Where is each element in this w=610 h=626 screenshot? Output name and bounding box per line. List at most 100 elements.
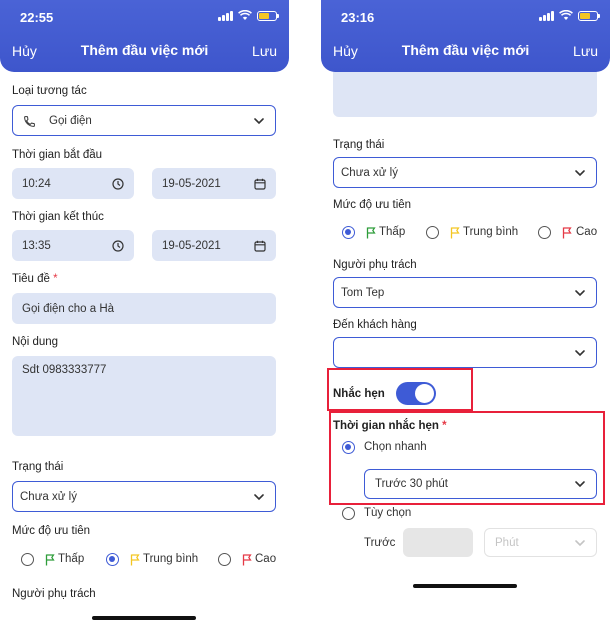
priority-medium-radio[interactable] (426, 226, 439, 239)
title-input-value: Gọi điện cho a Hà (22, 302, 115, 315)
content-label: Nội dung (12, 336, 59, 348)
right-phone-screen: 23:16 Hủy Thêm đầu việc mới Lưu Trạng th… (321, 0, 610, 626)
customer-label: Đến khách hàng (333, 319, 417, 331)
custom-option-radio[interactable] (342, 507, 355, 520)
start-time-picker[interactable]: 10:24 (12, 168, 134, 199)
priority-label: Mức độ ưu tiên (333, 199, 412, 211)
custom-option-label: Tùy chọn (364, 507, 412, 519)
content-textarea[interactable]: Sdt 0983333777 (12, 356, 276, 436)
priority-high-label: Cao (576, 226, 598, 238)
chevron-down-icon (575, 169, 585, 176)
priority-medium-radio[interactable] (106, 553, 119, 566)
page-title: Thêm đầu việc mới (80, 42, 209, 58)
content-value: Sdt 0983333777 (22, 364, 107, 376)
chevron-down-icon (254, 493, 264, 500)
chevron-down-icon (575, 539, 585, 546)
assignee-select[interactable]: Tom Tep (333, 277, 597, 308)
flag-green-icon (366, 227, 376, 239)
priority-medium-label: Trung bình (463, 226, 519, 238)
custom-number-input[interactable] (403, 528, 473, 557)
page-title: Thêm đầu việc mới (401, 42, 530, 58)
flag-yellow-icon (130, 554, 140, 566)
status-select[interactable]: Chưa xử lý (12, 481, 276, 512)
assignee-value: Tom Tep (341, 286, 385, 299)
interaction-type-value: Gọi điện (49, 114, 92, 127)
custom-unit-select[interactable]: Phút (484, 528, 597, 557)
reminder-label: Nhắc hẹn (333, 388, 385, 400)
status-value: Chưa xử lý (20, 490, 77, 503)
assignee-label: Người phụ trách (12, 588, 96, 600)
flag-green-icon (45, 554, 55, 566)
status-time: 22:55 (20, 10, 54, 25)
end-time-picker[interactable]: 13:35 (12, 230, 134, 261)
status-time: 23:16 (341, 10, 375, 25)
home-indicator (413, 584, 517, 588)
title-field-label: Tiêu đề * (12, 273, 58, 285)
calendar-icon (254, 240, 266, 252)
clock-icon (112, 239, 124, 252)
interaction-type-select[interactable]: Gọi điện (12, 105, 276, 136)
start-date-picker[interactable]: 19-05-2021 (152, 168, 276, 199)
priority-high-radio[interactable] (218, 553, 231, 566)
battery-icon (578, 10, 600, 21)
reminder-time-label: Thời gian nhắc hẹn * (333, 420, 447, 432)
reminder-toggle[interactable] (396, 382, 436, 405)
priority-low-label: Thấp (379, 226, 406, 238)
chevron-down-icon (575, 481, 585, 488)
signal-icon (218, 10, 233, 21)
calendar-icon (254, 178, 266, 190)
custom-before-label: Trước (364, 537, 396, 549)
flag-yellow-icon (450, 227, 460, 239)
required-marker: * (442, 420, 447, 432)
status-label: Trạng thái (333, 139, 385, 151)
required-marker: * (53, 273, 58, 285)
battery-icon (257, 10, 279, 21)
left-phone-screen: 22:55 Hủy Thêm đầu việc mới Lưu Loại tươ… (0, 0, 289, 626)
signal-icon (539, 10, 554, 21)
quick-select-dropdown[interactable]: Trước 30 phút (364, 469, 597, 499)
status-value: Chưa xử lý (341, 166, 398, 179)
flag-red-icon (242, 554, 252, 566)
header-bar: 22:55 Hủy Thêm đầu việc mới Lưu (0, 0, 289, 72)
status-label: Trạng thái (12, 461, 64, 473)
status-select[interactable]: Chưa xử lý (333, 157, 597, 188)
quick-select-value: Trước 30 phút (375, 478, 448, 490)
status-icons (218, 10, 279, 21)
chevron-down-icon (254, 117, 264, 124)
start-time-label: Thời gian bắt đầu (12, 149, 103, 161)
wifi-icon (238, 10, 252, 20)
priority-high-radio[interactable] (538, 226, 551, 239)
priority-low-label: Thấp (58, 553, 85, 565)
quick-select-radio[interactable] (342, 441, 355, 454)
priority-label: Mức độ ưu tiên (12, 525, 91, 537)
header-bar: 23:16 Hủy Thêm đầu việc mới Lưu (321, 0, 610, 72)
end-date-value: 19-05-2021 (162, 239, 221, 252)
flag-red-icon (562, 227, 572, 239)
save-button[interactable]: Lưu (573, 43, 598, 59)
chevron-down-icon (575, 349, 585, 356)
priority-high-label: Cao (255, 553, 277, 565)
end-time-label: Thời gian kết thúc (12, 211, 104, 223)
end-date-picker[interactable]: 19-05-2021 (152, 230, 276, 261)
toggle-knob (415, 384, 434, 403)
save-button[interactable]: Lưu (252, 43, 277, 59)
interaction-type-label: Loại tương tác (12, 85, 87, 97)
title-input[interactable]: Gọi điện cho a Hà (12, 293, 276, 324)
priority-medium-label: Trung bình (143, 553, 199, 565)
customer-select[interactable] (333, 337, 597, 368)
priority-low-radio[interactable] (342, 226, 355, 239)
wifi-icon (559, 10, 573, 20)
start-date-value: 19-05-2021 (162, 177, 221, 190)
clock-icon (112, 177, 124, 190)
quick-select-label: Chọn nhanh (364, 441, 427, 453)
chevron-down-icon (575, 289, 585, 296)
assignee-label: Người phụ trách (333, 259, 417, 271)
start-time-value: 10:24 (22, 177, 51, 190)
cancel-button[interactable]: Hủy (333, 43, 358, 59)
priority-low-radio[interactable] (21, 553, 34, 566)
home-indicator (92, 616, 196, 620)
end-time-value: 13:35 (22, 239, 51, 252)
cancel-button[interactable]: Hủy (12, 43, 37, 59)
status-icons (539, 10, 600, 21)
phone-icon (24, 116, 35, 127)
